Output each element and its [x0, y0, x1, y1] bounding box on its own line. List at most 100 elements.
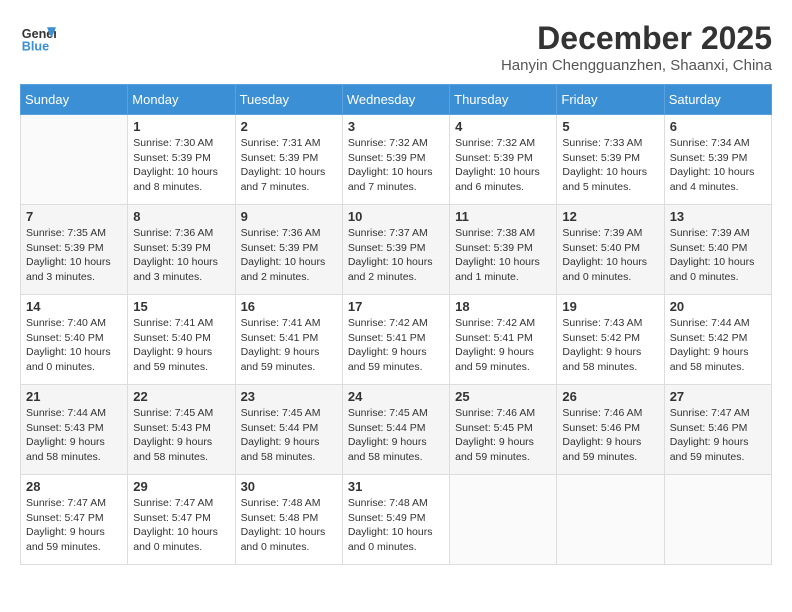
- title-block: December 2025 Hanyin Chengguanzhen, Shaa…: [501, 20, 772, 74]
- calendar-cell: 24 Sunrise: 7:45 AMSunset: 5:44 PMDaylig…: [342, 385, 449, 475]
- cell-info: Sunrise: 7:36 AMSunset: 5:39 PMDaylight:…: [133, 227, 218, 283]
- col-header-friday: Friday: [557, 85, 664, 115]
- cell-info: Sunrise: 7:33 AMSunset: 5:39 PMDaylight:…: [562, 137, 647, 193]
- day-number: 22: [133, 389, 229, 404]
- cell-info: Sunrise: 7:45 AMSunset: 5:44 PMDaylight:…: [348, 407, 428, 463]
- day-number: 8: [133, 209, 229, 224]
- cell-info: Sunrise: 7:45 AMSunset: 5:43 PMDaylight:…: [133, 407, 213, 463]
- day-number: 26: [562, 389, 658, 404]
- cell-info: Sunrise: 7:43 AMSunset: 5:42 PMDaylight:…: [562, 317, 642, 373]
- cell-info: Sunrise: 7:44 AMSunset: 5:42 PMDaylight:…: [670, 317, 750, 373]
- week-row-1: 1 Sunrise: 7:30 AMSunset: 5:39 PMDayligh…: [21, 115, 772, 205]
- day-number: 31: [348, 479, 444, 494]
- calendar-cell: 20 Sunrise: 7:44 AMSunset: 5:42 PMDaylig…: [664, 295, 771, 385]
- calendar-table: SundayMondayTuesdayWednesdayThursdayFrid…: [20, 84, 772, 565]
- cell-info: Sunrise: 7:47 AMSunset: 5:46 PMDaylight:…: [670, 407, 750, 463]
- cell-info: Sunrise: 7:37 AMSunset: 5:39 PMDaylight:…: [348, 227, 433, 283]
- day-number: 27: [670, 389, 766, 404]
- cell-info: Sunrise: 7:42 AMSunset: 5:41 PMDaylight:…: [348, 317, 428, 373]
- calendar-cell: 26 Sunrise: 7:46 AMSunset: 5:46 PMDaylig…: [557, 385, 664, 475]
- day-number: 14: [26, 299, 122, 314]
- calendar-cell: [557, 475, 664, 565]
- day-number: 4: [455, 119, 551, 134]
- calendar-body: 1 Sunrise: 7:30 AMSunset: 5:39 PMDayligh…: [21, 115, 772, 565]
- calendar-cell: 4 Sunrise: 7:32 AMSunset: 5:39 PMDayligh…: [450, 115, 557, 205]
- calendar-cell: 25 Sunrise: 7:46 AMSunset: 5:45 PMDaylig…: [450, 385, 557, 475]
- day-number: 12: [562, 209, 658, 224]
- calendar-cell: 13 Sunrise: 7:39 AMSunset: 5:40 PMDaylig…: [664, 205, 771, 295]
- page-header: General Blue December 2025 Hanyin Chengg…: [20, 20, 772, 74]
- calendar-cell: [21, 115, 128, 205]
- cell-info: Sunrise: 7:30 AMSunset: 5:39 PMDaylight:…: [133, 137, 218, 193]
- calendar-cell: 1 Sunrise: 7:30 AMSunset: 5:39 PMDayligh…: [128, 115, 235, 205]
- day-number: 5: [562, 119, 658, 134]
- cell-info: Sunrise: 7:41 AMSunset: 5:41 PMDaylight:…: [241, 317, 321, 373]
- calendar-cell: 19 Sunrise: 7:43 AMSunset: 5:42 PMDaylig…: [557, 295, 664, 385]
- calendar-cell: 6 Sunrise: 7:34 AMSunset: 5:39 PMDayligh…: [664, 115, 771, 205]
- calendar-cell: 28 Sunrise: 7:47 AMSunset: 5:47 PMDaylig…: [21, 475, 128, 565]
- calendar-cell: 21 Sunrise: 7:44 AMSunset: 5:43 PMDaylig…: [21, 385, 128, 475]
- calendar-cell: 10 Sunrise: 7:37 AMSunset: 5:39 PMDaylig…: [342, 205, 449, 295]
- day-number: 6: [670, 119, 766, 134]
- day-number: 29: [133, 479, 229, 494]
- calendar-cell: 14 Sunrise: 7:40 AMSunset: 5:40 PMDaylig…: [21, 295, 128, 385]
- cell-info: Sunrise: 7:44 AMSunset: 5:43 PMDaylight:…: [26, 407, 106, 463]
- svg-text:Blue: Blue: [22, 40, 49, 54]
- day-number: 17: [348, 299, 444, 314]
- col-header-monday: Monday: [128, 85, 235, 115]
- cell-info: Sunrise: 7:48 AMSunset: 5:49 PMDaylight:…: [348, 497, 433, 553]
- cell-info: Sunrise: 7:40 AMSunset: 5:40 PMDaylight:…: [26, 317, 111, 373]
- day-number: 21: [26, 389, 122, 404]
- calendar-cell: 8 Sunrise: 7:36 AMSunset: 5:39 PMDayligh…: [128, 205, 235, 295]
- calendar-cell: 17 Sunrise: 7:42 AMSunset: 5:41 PMDaylig…: [342, 295, 449, 385]
- calendar-cell: 2 Sunrise: 7:31 AMSunset: 5:39 PMDayligh…: [235, 115, 342, 205]
- day-number: 1: [133, 119, 229, 134]
- calendar-header-row: SundayMondayTuesdayWednesdayThursdayFrid…: [21, 85, 772, 115]
- col-header-saturday: Saturday: [664, 85, 771, 115]
- day-number: 20: [670, 299, 766, 314]
- logo: General Blue: [20, 20, 56, 56]
- day-number: 16: [241, 299, 337, 314]
- cell-info: Sunrise: 7:39 AMSunset: 5:40 PMDaylight:…: [670, 227, 755, 283]
- cell-info: Sunrise: 7:36 AMSunset: 5:39 PMDaylight:…: [241, 227, 326, 283]
- day-number: 23: [241, 389, 337, 404]
- location: Hanyin Chengguanzhen, Shaanxi, China: [501, 57, 772, 74]
- calendar-cell: 30 Sunrise: 7:48 AMSunset: 5:48 PMDaylig…: [235, 475, 342, 565]
- day-number: 30: [241, 479, 337, 494]
- calendar-cell: 15 Sunrise: 7:41 AMSunset: 5:40 PMDaylig…: [128, 295, 235, 385]
- cell-info: Sunrise: 7:35 AMSunset: 5:39 PMDaylight:…: [26, 227, 111, 283]
- day-number: 7: [26, 209, 122, 224]
- day-number: 3: [348, 119, 444, 134]
- cell-info: Sunrise: 7:48 AMSunset: 5:48 PMDaylight:…: [241, 497, 326, 553]
- calendar-cell: 9 Sunrise: 7:36 AMSunset: 5:39 PMDayligh…: [235, 205, 342, 295]
- day-number: 18: [455, 299, 551, 314]
- cell-info: Sunrise: 7:34 AMSunset: 5:39 PMDaylight:…: [670, 137, 755, 193]
- calendar-cell: 11 Sunrise: 7:38 AMSunset: 5:39 PMDaylig…: [450, 205, 557, 295]
- cell-info: Sunrise: 7:41 AMSunset: 5:40 PMDaylight:…: [133, 317, 213, 373]
- day-number: 28: [26, 479, 122, 494]
- calendar-cell: [664, 475, 771, 565]
- cell-info: Sunrise: 7:38 AMSunset: 5:39 PMDaylight:…: [455, 227, 540, 283]
- calendar-cell: 31 Sunrise: 7:48 AMSunset: 5:49 PMDaylig…: [342, 475, 449, 565]
- day-number: 24: [348, 389, 444, 404]
- calendar-cell: 29 Sunrise: 7:47 AMSunset: 5:47 PMDaylig…: [128, 475, 235, 565]
- calendar-cell: 5 Sunrise: 7:33 AMSunset: 5:39 PMDayligh…: [557, 115, 664, 205]
- day-number: 13: [670, 209, 766, 224]
- cell-info: Sunrise: 7:45 AMSunset: 5:44 PMDaylight:…: [241, 407, 321, 463]
- calendar-cell: 18 Sunrise: 7:42 AMSunset: 5:41 PMDaylig…: [450, 295, 557, 385]
- cell-info: Sunrise: 7:46 AMSunset: 5:45 PMDaylight:…: [455, 407, 535, 463]
- day-number: 2: [241, 119, 337, 134]
- calendar-cell: 12 Sunrise: 7:39 AMSunset: 5:40 PMDaylig…: [557, 205, 664, 295]
- calendar-cell: 22 Sunrise: 7:45 AMSunset: 5:43 PMDaylig…: [128, 385, 235, 475]
- day-number: 19: [562, 299, 658, 314]
- calendar-cell: 3 Sunrise: 7:32 AMSunset: 5:39 PMDayligh…: [342, 115, 449, 205]
- day-number: 11: [455, 209, 551, 224]
- day-number: 9: [241, 209, 337, 224]
- week-row-2: 7 Sunrise: 7:35 AMSunset: 5:39 PMDayligh…: [21, 205, 772, 295]
- col-header-tuesday: Tuesday: [235, 85, 342, 115]
- cell-info: Sunrise: 7:39 AMSunset: 5:40 PMDaylight:…: [562, 227, 647, 283]
- day-number: 15: [133, 299, 229, 314]
- cell-info: Sunrise: 7:42 AMSunset: 5:41 PMDaylight:…: [455, 317, 535, 373]
- col-header-wednesday: Wednesday: [342, 85, 449, 115]
- day-number: 25: [455, 389, 551, 404]
